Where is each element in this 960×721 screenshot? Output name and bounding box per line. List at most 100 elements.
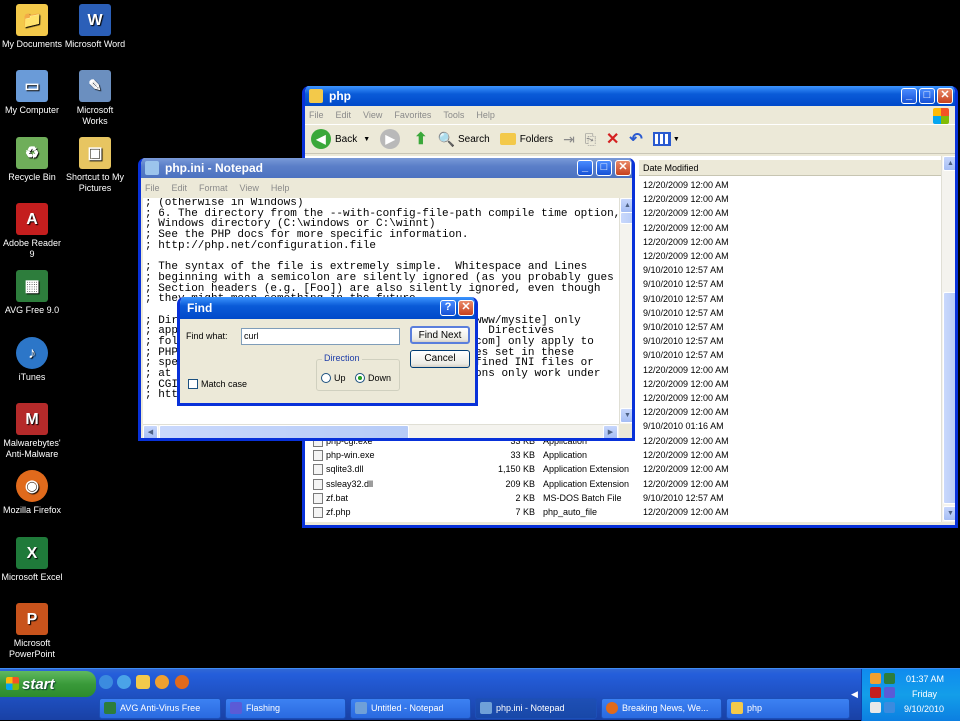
date-cell[interactable]: 12/20/2009 12:00 AM (643, 363, 729, 377)
date-cell[interactable]: 9/10/2010 12:57 AM (643, 348, 724, 362)
taskbar-button-php-folder[interactable]: php (726, 698, 850, 719)
menu-edit[interactable]: Edit (336, 110, 352, 120)
tray-icon-3[interactable] (870, 687, 881, 698)
desktop-icon-recycle-bin[interactable]: ♻ Recycle Bin (0, 137, 64, 183)
close-button[interactable]: ✕ (458, 300, 474, 316)
direction-up-radio[interactable] (321, 373, 331, 383)
explorer-vertical-scrollbar[interactable]: ▲ ▼ (941, 156, 955, 522)
menu-edit[interactable]: Edit (172, 183, 188, 193)
menu-view[interactable]: View (363, 110, 382, 120)
start-button[interactable]: start (0, 671, 96, 697)
menu-file[interactable]: File (145, 183, 160, 193)
quick-launch-browser-icon[interactable] (99, 675, 113, 689)
folders-button[interactable]: Folders (499, 133, 553, 145)
move-to-button[interactable]: ⇥ (563, 131, 575, 148)
date-cell[interactable]: 12/20/2009 12:00 AM (643, 235, 729, 249)
desktop-icon-itunes[interactable]: ♪ iTunes (0, 337, 64, 383)
scroll-down-arrow-icon[interactable]: ▼ (943, 506, 955, 521)
notepad-horizontal-scrollbar[interactable]: ◀ ▶ (143, 424, 619, 438)
match-case-checkbox[interactable] (188, 379, 198, 389)
scroll-left-arrow-icon[interactable]: ◀ (143, 425, 158, 438)
maximize-button[interactable]: □ (919, 88, 935, 104)
views-button[interactable]: ▼ (652, 132, 680, 146)
date-cell[interactable]: 9/10/2010 12:57 AM (643, 334, 724, 348)
direction-down-radio[interactable] (355, 373, 365, 383)
desktop-icon-adobe-reader[interactable]: A Adobe Reader 9 (0, 203, 64, 260)
minimize-button[interactable]: _ (901, 88, 917, 104)
date-cell[interactable]: 12/20/2009 12:00 AM (643, 178, 729, 192)
scroll-thumb[interactable] (159, 425, 409, 438)
help-button[interactable]: ? (440, 300, 456, 316)
scroll-right-arrow-icon[interactable]: ▶ (603, 425, 618, 438)
date-cell[interactable]: 12/20/2009 12:00 AM (643, 377, 729, 391)
quick-launch-folder-icon[interactable] (136, 675, 150, 689)
date-cell[interactable]: 12/20/2009 12:00 AM (643, 221, 729, 235)
clock-day[interactable]: Friday (912, 689, 937, 699)
menu-help[interactable]: Help (476, 110, 495, 120)
desktop-icon-my-documents[interactable]: 📁 My Documents (0, 4, 64, 50)
search-button[interactable]: 🔍 Search (438, 131, 490, 148)
date-cell[interactable]: 12/20/2009 12:00 AM (643, 206, 729, 220)
taskbar-button-firefox[interactable]: Breaking News, We... (601, 698, 722, 719)
desktop-icon-firefox[interactable]: ◉ Mozilla Firefox (0, 470, 64, 516)
scroll-up-arrow-icon[interactable]: ▲ (943, 156, 955, 171)
tray-icon-2[interactable] (884, 673, 895, 684)
desktop-icon-my-computer[interactable]: ▭ My Computer (0, 70, 64, 116)
taskbar-button-avg[interactable]: AVG Anti-Virus Free (99, 698, 221, 719)
date-cell[interactable]: 9/10/2010 12:57 AM (643, 263, 724, 277)
desktop-icon-microsoft-works[interactable]: ✎ Microsoft Works (63, 70, 127, 127)
explorer-titlebar[interactable]: php _ □ ✕ (305, 86, 955, 106)
taskbar-button-untitled-notepad[interactable]: Untitled - Notepad (350, 698, 471, 719)
quick-launch-ie-icon[interactable] (117, 675, 131, 689)
menu-tools[interactable]: Tools (443, 110, 464, 120)
scroll-thumb[interactable] (943, 292, 955, 504)
date-cell[interactable]: 12/20/2009 12:00 AM (643, 391, 729, 405)
date-cell[interactable]: 9/10/2010 12:57 AM (643, 292, 724, 306)
close-button[interactable]: ✕ (615, 160, 631, 176)
copy-to-button[interactable]: ⎘ (585, 131, 596, 148)
clock-time[interactable]: 01:37 AM (906, 674, 944, 684)
column-header-date-modified[interactable]: Date Modified (639, 160, 941, 176)
up-folder-button[interactable]: ⬆ (414, 129, 427, 149)
menu-help[interactable]: Help (271, 183, 290, 193)
delete-button[interactable]: ✕ (606, 129, 619, 149)
clock-date[interactable]: 9/10/2010 (904, 704, 944, 714)
notepad-vertical-scrollbar[interactable]: ▲ ▼ (619, 198, 632, 424)
minimize-button[interactable]: _ (577, 160, 593, 176)
menu-file[interactable]: File (309, 110, 324, 120)
quick-launch-firefox-icon[interactable] (175, 675, 189, 689)
date-cell[interactable]: 9/10/2010 12:57 AM (643, 277, 724, 291)
show-hidden-icons-button[interactable]: ◀ (851, 689, 858, 700)
forward-button[interactable]: ▶ (380, 129, 404, 149)
desktop-icon-avg[interactable]: ▦ AVG Free 9.0 (0, 270, 64, 316)
desktop-icon-powerpoint[interactable]: P Microsoft PowerPoint (0, 603, 64, 660)
cancel-button[interactable]: Cancel (410, 350, 470, 368)
network-icon[interactable] (884, 702, 895, 713)
taskbar-button-php-ini-notepad[interactable]: php.ini - Notepad (475, 698, 597, 719)
date-cell[interactable]: 9/10/2010 01:16 AM (643, 419, 724, 433)
desktop-icon-my-pictures[interactable]: ▣ Shortcut to My Pictures (63, 137, 127, 194)
find-next-button[interactable]: Find Next (410, 326, 470, 344)
desktop-icon-microsoft-word[interactable]: W Microsoft Word (63, 4, 127, 50)
tray-icon-4[interactable] (884, 687, 895, 698)
date-cell[interactable]: 9/10/2010 12:57 AM (643, 306, 724, 320)
date-cell[interactable]: 12/20/2009 12:00 AM (643, 249, 729, 263)
scroll-down-arrow-icon[interactable]: ▼ (620, 408, 632, 423)
volume-icon[interactable] (870, 702, 881, 713)
desktop-icon-excel[interactable]: X Microsoft Excel (0, 537, 64, 583)
taskbar-button-flashing[interactable]: Flashing (225, 698, 346, 719)
date-cell[interactable]: 12/20/2009 12:00 AM (643, 192, 729, 206)
find-what-input[interactable]: curl (241, 328, 400, 345)
menu-view[interactable]: View (240, 183, 259, 193)
close-button[interactable]: ✕ (937, 88, 953, 104)
quick-launch-media-icon[interactable] (155, 675, 169, 689)
maximize-button[interactable]: □ (596, 160, 612, 176)
menu-favorites[interactable]: Favorites (394, 110, 431, 120)
desktop-icon-malwarebytes[interactable]: M Malwarebytes' Anti-Malware (0, 403, 64, 460)
scroll-up-arrow-icon[interactable]: ▲ (620, 198, 632, 213)
back-button[interactable]: ◀ Back ▼ (311, 129, 370, 149)
date-cell[interactable]: 9/10/2010 12:57 AM (643, 320, 724, 334)
find-dialog-titlebar[interactable]: Find ? ✕ (180, 297, 475, 319)
notepad-titlebar[interactable]: php.ini - Notepad _ □ ✕ (141, 158, 632, 178)
tray-icon-1[interactable] (870, 673, 881, 684)
